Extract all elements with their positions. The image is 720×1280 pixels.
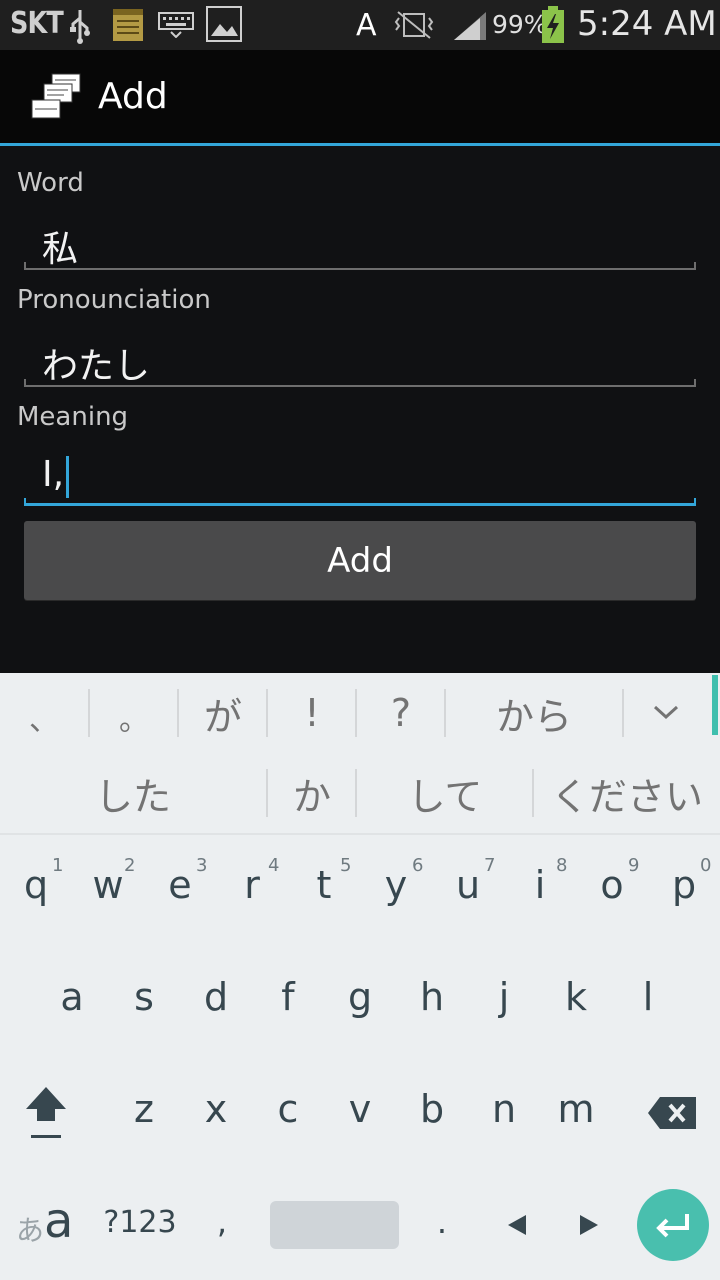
add-word-form: Word 私 Pronounciation わたし Meaning I, Add [0, 146, 720, 673]
key-m[interactable]: m [540, 1087, 612, 1131]
suggestion-strip-bottom: した か して ください [0, 753, 720, 833]
key-z[interactable]: z [108, 1087, 180, 1131]
shift-icon[interactable] [22, 1083, 70, 1141]
key-hint: 2 [124, 855, 136, 876]
suggestion-strip-top: 、 。 が ! ? から [0, 673, 720, 753]
suggestion-item[interactable]: ください [534, 753, 720, 833]
key-hint: 8 [556, 855, 568, 876]
suggestion-item[interactable]: 。 [90, 673, 178, 753]
language-switch-key[interactable]: あ a [14, 1193, 84, 1249]
key-l[interactable]: l [612, 975, 684, 1019]
input-indicator: A [356, 8, 377, 43]
suggestion-divider [622, 689, 624, 737]
comma-key[interactable]: , [190, 1203, 254, 1241]
suggestion-item[interactable]: から [446, 673, 622, 753]
key-k[interactable]: k [540, 975, 612, 1019]
key-h[interactable]: h [396, 975, 468, 1019]
action-bar: Add [0, 50, 720, 143]
app-icon[interactable] [30, 72, 82, 122]
key-s[interactable]: s [108, 975, 180, 1019]
period-key[interactable]: . [410, 1203, 474, 1241]
add-button[interactable]: Add [24, 521, 696, 600]
key-b[interactable]: b [396, 1087, 468, 1131]
battery-charging-icon [542, 6, 564, 43]
key-n[interactable]: n [468, 1087, 540, 1131]
word-field[interactable]: 私 [24, 220, 696, 270]
clock: 5:24 AM [577, 4, 717, 44]
meaning-field-underline [24, 498, 696, 506]
chevron-down-icon[interactable] [652, 701, 680, 723]
signal-icon [454, 12, 486, 40]
status-bar: SKT A 99% 5:24 AM [0, 0, 720, 50]
notes-icon [113, 9, 143, 41]
enter-key[interactable] [637, 1189, 709, 1261]
key-hint: 0 [700, 855, 712, 876]
word-value: 私 [42, 229, 79, 270]
key-c[interactable]: c [252, 1087, 324, 1131]
carrier-label: SKT [10, 6, 64, 41]
cursor-left-icon[interactable] [506, 1213, 528, 1237]
key-a[interactable]: a [36, 975, 108, 1019]
usb-icon [70, 10, 90, 44]
suggestion-item[interactable]: ! [268, 673, 356, 753]
key-hint: 1 [52, 855, 64, 876]
suggestion-item[interactable]: か [268, 753, 356, 833]
space-key[interactable] [270, 1201, 399, 1249]
meaning-value: I, [42, 454, 65, 495]
suggestion-item[interactable]: が [179, 673, 267, 753]
key-f[interactable]: f [252, 975, 324, 1019]
scroll-indicator [712, 675, 718, 735]
key-hint: 3 [196, 855, 208, 876]
word-label: Word [17, 168, 84, 198]
pronunciation-label: Pronounciation [17, 285, 211, 315]
vibrate-off-icon [394, 11, 434, 39]
keyboard-icon [158, 12, 194, 38]
backspace-icon[interactable] [646, 1095, 698, 1131]
lang-key-large: a [44, 1193, 74, 1249]
battery-percent: 99% [492, 10, 548, 39]
pronunciation-value: わたし [42, 346, 151, 387]
suggestion-border [0, 833, 720, 835]
suggestion-item[interactable]: して [357, 753, 533, 833]
key-d[interactable]: d [180, 975, 252, 1019]
page-title: Add [98, 76, 168, 117]
key-hint: 6 [412, 855, 424, 876]
key-hint: 4 [268, 855, 280, 876]
symbols-key[interactable]: ?123 [100, 1205, 180, 1240]
lang-key-small: あ [16, 1214, 45, 1247]
key-hint: 5 [340, 855, 352, 876]
key-x[interactable]: x [180, 1087, 252, 1131]
key-hint: 9 [628, 855, 640, 876]
suggestion-item[interactable]: 、 [0, 673, 88, 753]
gallery-icon [206, 6, 242, 42]
word-field-underline [24, 262, 696, 270]
key-j[interactable]: j [468, 975, 540, 1019]
enter-icon [656, 1214, 689, 1238]
pronunciation-field[interactable]: わたし [24, 337, 696, 387]
pronunciation-field-underline [24, 379, 696, 387]
key-v[interactable]: v [324, 1087, 396, 1131]
cursor-right-icon[interactable] [578, 1213, 600, 1237]
text-cursor [66, 456, 69, 498]
meaning-field[interactable]: I, [24, 454, 696, 506]
meaning-label: Meaning [17, 402, 129, 432]
suggestion-item[interactable]: ? [357, 673, 445, 753]
suggestion-item[interactable]: した [0, 753, 266, 833]
key-hint: 7 [484, 855, 496, 876]
soft-keyboard: 、 。 が ! ? から した か して ください q w e r t y u … [0, 673, 720, 1280]
key-g[interactable]: g [324, 975, 396, 1019]
